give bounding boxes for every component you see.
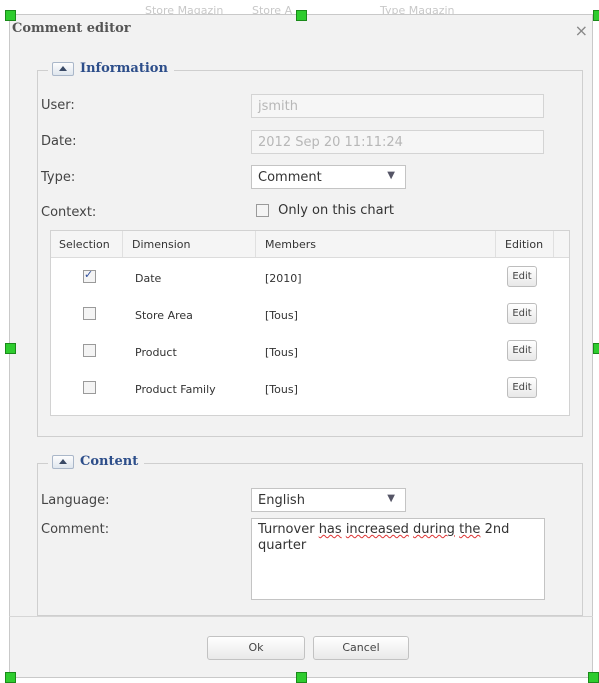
user-label: User: bbox=[41, 98, 75, 113]
row-members: [Tous] bbox=[265, 383, 298, 396]
information-legend: Information bbox=[48, 61, 174, 76]
type-select[interactable]: Comment ▼ bbox=[251, 165, 406, 189]
collapse-arrow-icon bbox=[59, 66, 67, 71]
chevron-down-icon: ▼ bbox=[387, 170, 395, 181]
only-on-this-chart-label: Only on this chart bbox=[278, 203, 395, 218]
table-row: Date [2010] Edit bbox=[51, 261, 569, 297]
table-row: Product [Tous] Edit bbox=[51, 335, 569, 371]
row-select-checkbox[interactable] bbox=[83, 307, 96, 320]
row-dimension: Store Area bbox=[135, 309, 193, 322]
row-dimension: Date bbox=[135, 272, 162, 285]
footer-divider bbox=[9, 616, 593, 617]
row-dimension: Product bbox=[135, 346, 177, 359]
row-members: [Tous] bbox=[265, 346, 298, 359]
language-label: Language: bbox=[41, 493, 110, 508]
only-on-this-chart-checkbox[interactable] bbox=[256, 204, 269, 217]
grid-header: Selection Dimension Members Edition bbox=[51, 231, 569, 258]
row-members: [2010] bbox=[265, 272, 302, 285]
edit-button[interactable]: Edit bbox=[507, 377, 537, 398]
spellcheck-word: during bbox=[413, 522, 455, 537]
row-select-checkbox[interactable] bbox=[83, 381, 96, 394]
language-select-value: English bbox=[258, 493, 305, 508]
ok-button[interactable]: Ok bbox=[207, 636, 305, 660]
column-selection[interactable]: Selection bbox=[59, 238, 110, 251]
row-dimension: Product Family bbox=[135, 383, 216, 396]
close-icon[interactable]: × bbox=[575, 21, 588, 40]
row-members: [Tous] bbox=[265, 309, 298, 322]
edit-button[interactable]: Edit bbox=[507, 266, 537, 287]
edit-button[interactable]: Edit bbox=[507, 340, 537, 361]
resize-handle-bottom[interactable] bbox=[296, 672, 307, 683]
comment-text: Turnover bbox=[258, 522, 319, 537]
spellcheck-word: increased bbox=[345, 522, 409, 537]
date-field[interactable]: 2012 Sep 20 11:11:24 bbox=[251, 130, 544, 154]
resize-handle-bottom-left[interactable] bbox=[5, 672, 16, 683]
user-field[interactable]: jsmith bbox=[251, 94, 544, 118]
spellcheck-word: has bbox=[318, 522, 342, 537]
column-edition[interactable]: Edition bbox=[505, 238, 543, 251]
column-dimension[interactable]: Dimension bbox=[132, 238, 190, 251]
resize-handle-left[interactable] bbox=[5, 343, 16, 354]
column-members[interactable]: Members bbox=[265, 238, 316, 251]
comment-label: Comment: bbox=[41, 522, 110, 537]
edit-button[interactable]: Edit bbox=[507, 303, 537, 324]
chevron-down-icon: ▼ bbox=[387, 493, 395, 504]
content-legend: Content bbox=[48, 454, 145, 469]
row-select-checkbox[interactable] bbox=[83, 344, 96, 357]
date-label: Date: bbox=[41, 134, 77, 149]
table-row: Product Family [Tous] Edit bbox=[51, 372, 569, 408]
resize-handle-top-right[interactable] bbox=[593, 10, 599, 21]
cancel-button[interactable]: Cancel bbox=[313, 636, 409, 660]
language-select[interactable]: English ▼ bbox=[251, 488, 406, 512]
comment-textarea[interactable]: Turnover has increased during the 2nd qu… bbox=[251, 518, 545, 600]
context-label: Context: bbox=[41, 205, 97, 220]
resize-handle-bottom-right[interactable] bbox=[588, 672, 599, 683]
dialog-title: Comment editor bbox=[12, 21, 131, 36]
resize-handle-right[interactable] bbox=[593, 343, 599, 354]
row-select-checkbox[interactable] bbox=[83, 268, 96, 283]
collapse-content-button[interactable] bbox=[52, 454, 74, 469]
column-divider bbox=[255, 231, 256, 257]
spellcheck-word: the bbox=[459, 522, 481, 537]
type-label: Type: bbox=[41, 170, 76, 185]
collapse-arrow-icon bbox=[59, 459, 67, 464]
dimension-grid: Selection Dimension Members Edition Date… bbox=[50, 230, 570, 416]
information-title: Information bbox=[80, 61, 168, 76]
column-divider bbox=[122, 231, 123, 257]
collapse-information-button[interactable] bbox=[52, 61, 74, 76]
table-row: Store Area [Tous] Edit bbox=[51, 298, 569, 334]
content-title: Content bbox=[80, 454, 139, 469]
only-on-this-chart-option[interactable]: Only on this chart bbox=[256, 203, 394, 218]
type-select-value: Comment bbox=[258, 170, 322, 185]
resize-handle-top[interactable] bbox=[296, 10, 307, 21]
column-divider bbox=[553, 231, 554, 257]
resize-handle-top-left[interactable] bbox=[5, 10, 16, 21]
column-divider bbox=[495, 231, 496, 257]
